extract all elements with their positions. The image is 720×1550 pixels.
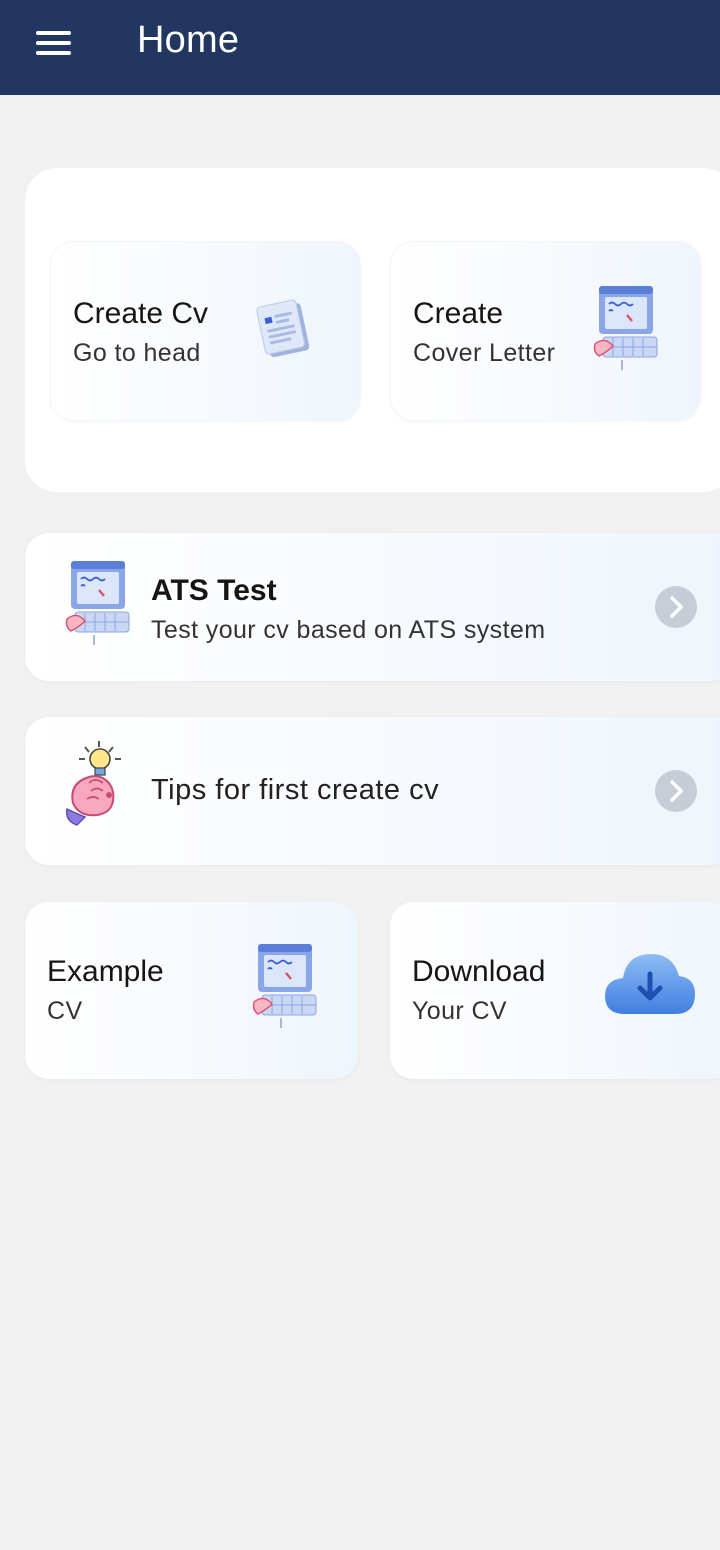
create-cover-letter-card[interactable]: Create Cover Letter [390, 241, 701, 421]
computer-icon [65, 561, 130, 645]
computer-icon [252, 944, 317, 1028]
ats-test-subtitle: Test your cv based on ATS system [151, 616, 546, 644]
example-cv-subtitle: CV [47, 997, 83, 1025]
tips-item[interactable]: Tips for first create cv [25, 717, 720, 865]
example-cv-title: Example [47, 955, 164, 988]
cover-letter-title: Create [413, 297, 504, 330]
cloud-download-icon [605, 954, 695, 1014]
app-bar: Home [0, 0, 720, 95]
chevron-right-icon[interactable] [655, 770, 697, 812]
hamburger-menu-icon[interactable] [36, 31, 72, 55]
create-cv-subtitle: Go to head [73, 339, 201, 367]
download-title: Download [412, 955, 546, 988]
cover-letter-subtitle: Cover Letter [413, 339, 556, 367]
lightbulb-hand-icon [66, 741, 121, 826]
computer-icon [593, 286, 658, 370]
chevron-right-icon[interactable] [655, 586, 697, 628]
download-subtitle: Your CV [412, 997, 507, 1025]
download-cv-card[interactable]: Download Your CV [390, 902, 720, 1079]
page-title: Home [137, 19, 240, 61]
tips-title: Tips for first create cv [151, 774, 440, 806]
ats-test-item[interactable]: ATS Test Test your cv based on ATS syste… [25, 533, 720, 681]
ats-test-title: ATS Test [151, 574, 277, 607]
example-cv-card[interactable]: Example CV [25, 902, 358, 1079]
create-cv-card[interactable]: Create Cv Go to head [50, 241, 361, 421]
document-icon [256, 299, 310, 358]
create-cv-title: Create Cv [73, 297, 209, 330]
